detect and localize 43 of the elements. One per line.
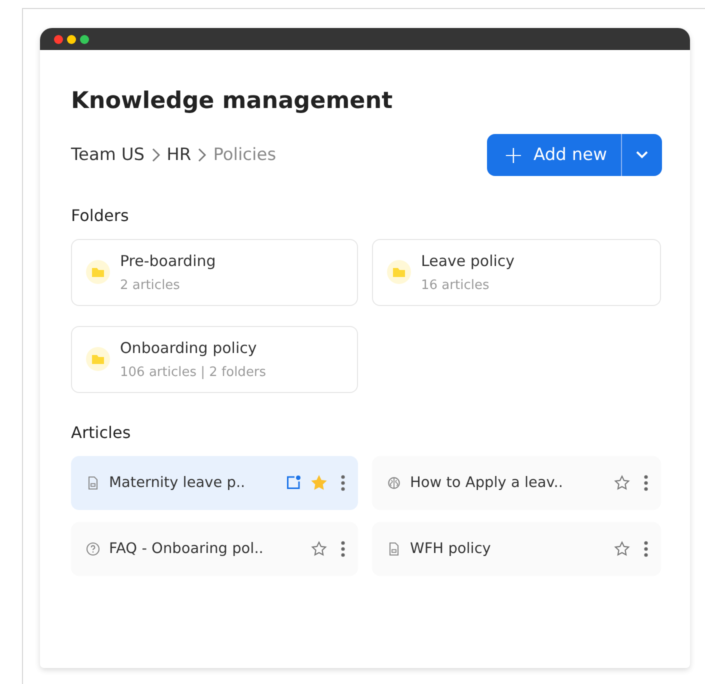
article-title: FAQ - Onboaring pol.. <box>109 541 264 557</box>
star-icon[interactable] <box>613 540 631 558</box>
more-icon[interactable] <box>340 540 346 558</box>
chevron-icon <box>197 148 208 162</box>
article-title: Maternity leave p.. <box>109 475 246 491</box>
maximize-icon[interactable] <box>80 34 89 44</box>
help-icon <box>85 541 101 557</box>
caret-icon <box>636 151 648 159</box>
folder-meta: 106 articles | 2 folders <box>120 365 266 380</box>
brain-icon <box>386 475 402 491</box>
folder-card[interactable]: Pre-boarding 2 articles <box>71 239 358 306</box>
breadcrumb-link[interactable]: Policies <box>213 145 276 165</box>
edit-note-icon[interactable] <box>284 474 302 492</box>
folder-card[interactable]: Leave policy 16 articles <box>372 239 661 306</box>
page-title: Knowledge management <box>71 88 394 116</box>
folder-meta: 2 articles <box>120 278 181 293</box>
section-heading: Folders <box>71 206 130 225</box>
article-card[interactable]: WFH policy <box>372 522 661 576</box>
folder-name: Onboarding policy <box>120 339 258 357</box>
article-title: How to Apply a leav.. <box>410 475 564 491</box>
star-icon[interactable] <box>310 474 328 492</box>
article-card[interactable]: How to Apply a leav.. <box>372 456 661 510</box>
article-card[interactable]: FAQ - Onboaring pol.. <box>71 522 358 576</box>
breadcrumb-link[interactable]: HR <box>166 145 192 165</box>
section-heading: Articles <box>71 423 132 442</box>
folder-icon <box>86 347 110 371</box>
folder-name: Pre-boarding <box>120 252 216 270</box>
chevron-icon <box>150 148 161 162</box>
folder-icon <box>86 260 110 284</box>
folder-card[interactable]: Onboarding policy 106 articles | 2 folders <box>71 326 358 393</box>
more-icon[interactable] <box>643 474 649 492</box>
star-icon[interactable] <box>310 540 328 558</box>
folder-icon <box>387 260 411 284</box>
article-title: WFH policy <box>410 541 492 557</box>
article-card[interactable]: Maternity leave p.. <box>71 456 358 510</box>
star-icon[interactable] <box>613 474 631 492</box>
more-icon[interactable] <box>643 540 649 558</box>
minimize-icon[interactable] <box>67 34 76 44</box>
more-icon[interactable] <box>340 474 346 492</box>
close-icon[interactable] <box>54 34 63 44</box>
folder-name: Leave policy <box>421 252 515 270</box>
breadcrumb-link[interactable]: Team US <box>71 145 145 165</box>
folder-meta: 16 articles <box>421 278 490 293</box>
